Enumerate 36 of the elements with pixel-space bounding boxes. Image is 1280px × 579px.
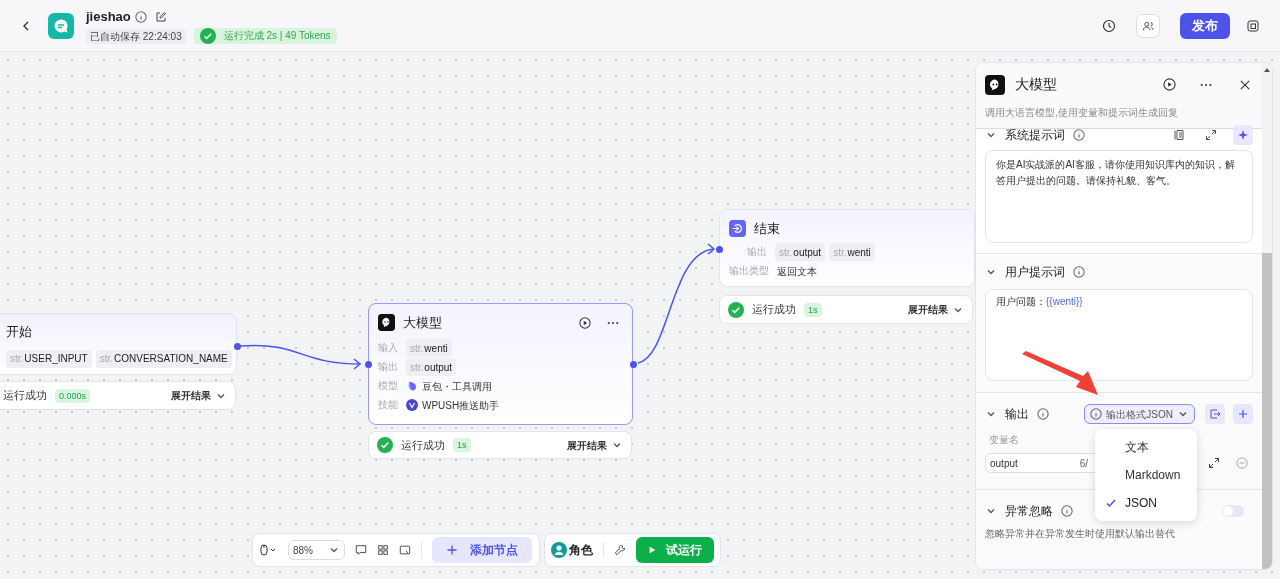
section-title: 输出: [1005, 406, 1029, 423]
variable-tag: str.CONVERSATION_NAME: [95, 349, 232, 368]
section-description: 忽略异常并在异常发生时使用默认输出替代: [985, 527, 1176, 541]
row-label: 模型: [378, 378, 398, 393]
panel-description: 调用大语言模型,使用变量和提示词生成回复: [985, 106, 1179, 120]
variable-tag: str.wenti: [406, 339, 452, 357]
panel-title: 大模型: [1015, 75, 1057, 94]
skill-name: WPUSH推送助手: [422, 398, 500, 413]
row-value: 返回文本: [777, 264, 817, 279]
row-label: 输入: [378, 340, 398, 355]
run-result-badge: 运行完成 2s | 49 Tokens: [193, 28, 337, 45]
duration-badge: 1s: [453, 438, 471, 452]
prompt-text: 用户问题：{{wenti}}: [996, 295, 1084, 309]
node-title: 开始: [6, 323, 33, 341]
app-name: jieshao: [86, 7, 131, 26]
duration-badge: 0.000s: [55, 388, 91, 403]
section-title: 系统提示词: [1005, 127, 1065, 144]
row-label: 输出类型: [729, 263, 769, 278]
section-title: 用户提示词: [1005, 264, 1065, 281]
autosave-badge: 已自动保存 22:24:03: [86, 28, 186, 44]
row-label: 输出: [378, 359, 398, 374]
row-label: 技能: [378, 397, 398, 412]
variable-tag: str.USER_INPUT: [6, 349, 92, 368]
section-title: 异常忽略: [1005, 503, 1053, 520]
node-title: 结束: [754, 220, 780, 238]
status-label: 运行成功: [3, 388, 47, 404]
prompt-text: 你是AI实战派的AI客服，请你使用知识库内的知识，解答用户提出的问题。请保持礼貌、客气。: [996, 158, 1236, 188]
status-label: 运行成功: [401, 437, 445, 453]
model-name: 豆包・工具调用: [422, 379, 492, 394]
variable-tag: str.output: [406, 358, 457, 376]
variable-tag: str.wenti: [829, 243, 875, 261]
status-label: 运行成功: [752, 302, 796, 318]
node-title: 大模型: [403, 314, 442, 332]
row-label: 输出: [747, 244, 767, 259]
variable-tag: str.output: [775, 243, 826, 261]
duration-badge: 1s: [804, 302, 822, 317]
